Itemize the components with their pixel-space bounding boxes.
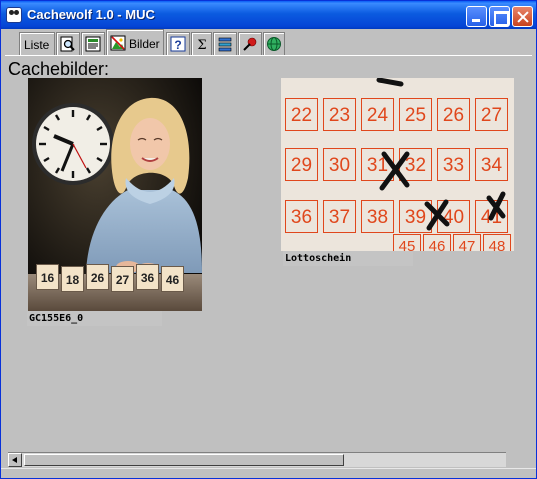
tab-solver[interactable]: Σ bbox=[191, 32, 212, 56]
window-bottom-border bbox=[1, 468, 536, 478]
lottery-number-card: 36 bbox=[136, 264, 159, 290]
cachewolf-app-icon[interactable] bbox=[6, 7, 22, 23]
lottery-number-card: 18 bbox=[61, 266, 84, 292]
cache-photo-caption-gc: GC155E6_0 bbox=[27, 311, 162, 326]
pushpin-icon bbox=[243, 37, 257, 51]
gps-device-icon bbox=[218, 37, 232, 52]
sigma-icon: Σ bbox=[197, 38, 206, 52]
tab-liste[interactable]: Liste bbox=[19, 32, 55, 56]
lottery-number-card: 27 bbox=[111, 266, 134, 292]
scrollbar-thumb[interactable] bbox=[24, 454, 344, 466]
ticket-cross-marks bbox=[376, 78, 506, 231]
tab-description[interactable] bbox=[81, 32, 105, 56]
scroll-left-arrow-icon[interactable] bbox=[8, 453, 22, 467]
cache-photo-lottery-ticket[interactable]: 2223242526272930313233343637383940414546… bbox=[281, 78, 514, 251]
magnifier-page-icon bbox=[60, 36, 75, 52]
lottery-number-card: 46 bbox=[161, 266, 184, 292]
minimize-button[interactable] bbox=[466, 6, 487, 27]
close-button[interactable] bbox=[512, 6, 533, 27]
app-window: Cachewolf 1.0 - MUC Liste Bilder ? Σ Cac… bbox=[0, 0, 537, 479]
tab-goto[interactable] bbox=[238, 32, 262, 56]
svg-text:?: ? bbox=[174, 38, 181, 52]
globe-icon bbox=[267, 37, 281, 51]
maximize-button[interactable] bbox=[489, 6, 510, 27]
lottery-number-card: 16 bbox=[36, 264, 59, 290]
lottery-number-card: 26 bbox=[86, 264, 109, 290]
tab-gps[interactable] bbox=[213, 32, 237, 56]
cache-photo-caption-lottoschein: Lottoschein bbox=[283, 251, 413, 266]
svg-text:Σ: Σ bbox=[197, 38, 206, 52]
tab-hints[interactable]: ? bbox=[166, 32, 190, 56]
help-icon: ? bbox=[170, 36, 186, 52]
lottery-ball-row: 16 18 26 27 36 46 bbox=[36, 264, 188, 294]
pictures-panel: Cachebilder: 16 18 26 27 36 46 GC155E6_0… bbox=[5, 56, 532, 452]
tab-bilder-label: Bilder bbox=[129, 37, 160, 51]
tab-bar: Liste Bilder ? Σ bbox=[1, 29, 536, 56]
tab-search[interactable] bbox=[56, 32, 80, 56]
horizontal-scrollbar[interactable] bbox=[8, 452, 506, 467]
cache-photo-presenter[interactable]: 16 18 26 27 36 46 bbox=[28, 78, 202, 311]
pictures-heading: Cachebilder: bbox=[8, 59, 110, 79]
title-bar[interactable]: Cachewolf 1.0 - MUC bbox=[1, 1, 536, 29]
tab-map[interactable] bbox=[263, 32, 285, 56]
text-page-icon bbox=[85, 36, 101, 52]
tab-bilder[interactable]: Bilder bbox=[106, 29, 164, 56]
tab-liste-label: Liste bbox=[24, 38, 50, 52]
window-title: Cachewolf 1.0 - MUC bbox=[27, 7, 155, 22]
picture-icon bbox=[110, 35, 126, 51]
